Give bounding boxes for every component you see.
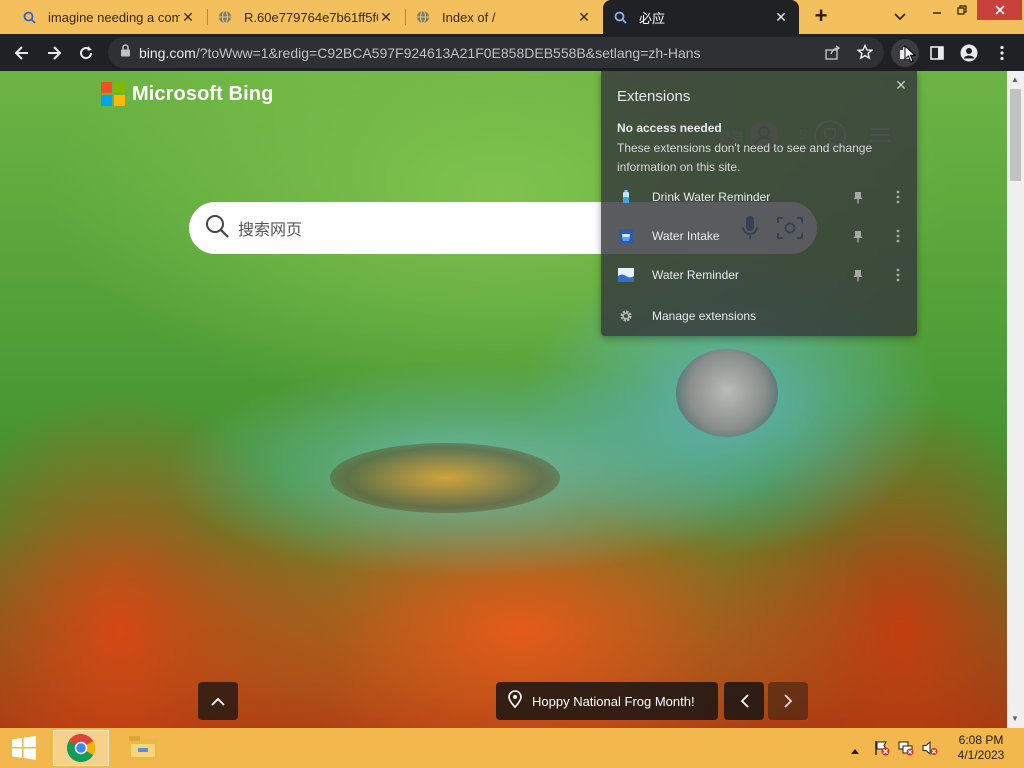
mouse-cursor-icon	[904, 44, 917, 68]
water-wave-icon	[618, 267, 634, 283]
close-window-icon[interactable]	[977, 0, 1022, 20]
extension-item-water-reminder[interactable]: Water Reminder	[601, 256, 917, 294]
address-bar[interactable]: bing.com/?toWww=1&redig=C92BCA597F924613…	[108, 37, 884, 68]
close-tab-icon[interactable]: ✕	[378, 9, 394, 25]
extension-item-water-intake[interactable]: Water Intake	[601, 217, 917, 255]
tab-index-of[interactable]: Index of / ✕	[406, 0, 602, 34]
url-host: bing.com	[139, 44, 196, 61]
scroll-up-arrow-icon[interactable]: ▲	[1011, 75, 1019, 84]
tab-title: imagine needing a comp	[48, 9, 180, 25]
browser-toolbar: bing.com/?toWww=1&redig=C92BCA597F924613…	[0, 34, 1024, 71]
show-hidden-icons-chevron-icon[interactable]	[850, 742, 860, 760]
globe-icon	[218, 10, 232, 24]
extension-name: Water Reminder	[652, 268, 739, 282]
profile-icon[interactable]	[955, 39, 983, 67]
search-icon	[613, 10, 627, 24]
more-options-icon[interactable]	[890, 267, 906, 283]
pin-icon[interactable]	[850, 267, 866, 283]
start-button[interactable]	[0, 730, 48, 766]
chevron-up-icon	[211, 697, 225, 706]
tab-r60e779[interactable]: R.60e779764e7b61ff5f60 ✕	[208, 0, 404, 34]
microsoft-bing-logo[interactable]: Microsoft Bing	[101, 82, 273, 106]
menu-kebab-icon[interactable]	[988, 39, 1016, 67]
system-clock[interactable]: 6:08 PM 4/1/2023	[946, 733, 1016, 763]
logo-square	[114, 95, 125, 106]
caption-text: Hoppy National Frog Month!	[532, 693, 695, 709]
action-center-flag-icon[interactable]	[874, 740, 890, 761]
clock-date: 4/1/2023	[957, 748, 1005, 762]
url-text: bing.com/?toWww=1&redig=C92BCA597F924613…	[139, 45, 701, 61]
gear-icon	[618, 308, 634, 324]
back-arrow-icon[interactable]	[8, 39, 36, 67]
extension-name: Drink Water Reminder	[652, 190, 771, 204]
extension-name: Water Intake	[652, 229, 720, 243]
section-description: These extensions don't need to see and c…	[617, 141, 873, 174]
volume-muted-icon[interactable]	[922, 740, 938, 761]
water-glass-icon	[618, 228, 634, 244]
taskbar-chrome[interactable]	[53, 730, 109, 766]
tab-search-icon[interactable]	[889, 7, 911, 27]
tab-title: R.60e779764e7b61ff5f60	[244, 9, 378, 25]
chrome-icon	[67, 734, 95, 762]
background-frog-eye	[676, 349, 778, 437]
logo-text: Microsoft Bing	[132, 82, 274, 105]
logo-square	[114, 82, 125, 93]
globe-icon	[416, 10, 430, 24]
image-caption[interactable]: Hoppy National Frog Month!	[496, 682, 718, 720]
folder-icon	[129, 736, 157, 760]
logo-square	[101, 95, 112, 106]
previous-image-button[interactable]	[724, 682, 764, 720]
popup-title: Extensions	[617, 88, 691, 105]
taskbar-file-explorer[interactable]	[115, 730, 171, 766]
close-tab-icon[interactable]: ✕	[773, 9, 789, 25]
close-icon[interactable]: ✕	[892, 76, 910, 94]
side-panel-icon[interactable]	[923, 39, 951, 67]
more-options-icon[interactable]	[890, 228, 906, 244]
section-title: No access needed	[617, 121, 722, 135]
tab-strip: imagine needing a comp ✕ R.60e779764e7b6…	[0, 0, 1024, 34]
reload-icon[interactable]	[72, 39, 100, 67]
lock-icon[interactable]	[120, 43, 131, 62]
minimize-icon[interactable]	[926, 0, 948, 20]
restore-icon[interactable]	[951, 0, 973, 20]
search-input[interactable]: 搜索网页	[238, 216, 302, 240]
logo-square	[101, 82, 112, 93]
network-icon[interactable]	[898, 740, 914, 761]
pin-icon[interactable]	[850, 228, 866, 244]
water-bottle-icon	[618, 189, 634, 205]
close-tab-icon[interactable]: ✕	[576, 9, 592, 25]
share-icon[interactable]	[825, 45, 841, 65]
pin-icon[interactable]	[850, 189, 866, 205]
scrollbar-thumb[interactable]	[1010, 89, 1021, 181]
tab-biying-active[interactable]: 必应 ✕	[603, 0, 799, 34]
search-icon	[22, 10, 36, 24]
url-path: /?toWww=1&redig=C92BCA597F924613A21F0E85…	[195, 44, 701, 61]
windows-logo-icon	[12, 736, 36, 760]
manage-extensions-label: Manage extensions	[652, 309, 757, 323]
location-pin-icon	[508, 689, 522, 713]
scroll-down-arrow-icon[interactable]: ▼	[1011, 714, 1019, 723]
close-tab-icon[interactable]: ✕	[180, 9, 196, 25]
bookmark-star-icon[interactable]	[856, 43, 874, 65]
tab-title: 必应	[639, 10, 666, 26]
windows-taskbar: 6:08 PM 4/1/2023	[0, 728, 1024, 768]
chevron-right-icon	[783, 694, 792, 708]
tab-imagine-needing[interactable]: imagine needing a comp ✕	[12, 0, 206, 34]
microsoft-logo-icon	[101, 82, 125, 106]
clock-time: 6:08 PM	[958, 733, 1004, 747]
tab-title: Index of /	[442, 9, 496, 25]
next-image-button[interactable]	[768, 682, 808, 720]
page-scrollbar[interactable]: ▲ ▼	[1007, 71, 1024, 728]
background-frog-detail	[330, 443, 560, 513]
scroll-up-button[interactable]	[198, 682, 238, 720]
extensions-popup: Extensions ✕ No access needed These exte…	[601, 71, 917, 336]
search-icon	[205, 214, 229, 243]
more-options-icon[interactable]	[890, 189, 906, 205]
extension-item-drink-water-reminder[interactable]: Drink Water Reminder	[601, 178, 917, 216]
forward-arrow-icon[interactable]	[40, 39, 68, 67]
manage-extensions-item[interactable]: Manage extensions	[601, 297, 917, 335]
chevron-left-icon	[740, 694, 749, 708]
new-tab-button[interactable]: +	[809, 5, 833, 29]
